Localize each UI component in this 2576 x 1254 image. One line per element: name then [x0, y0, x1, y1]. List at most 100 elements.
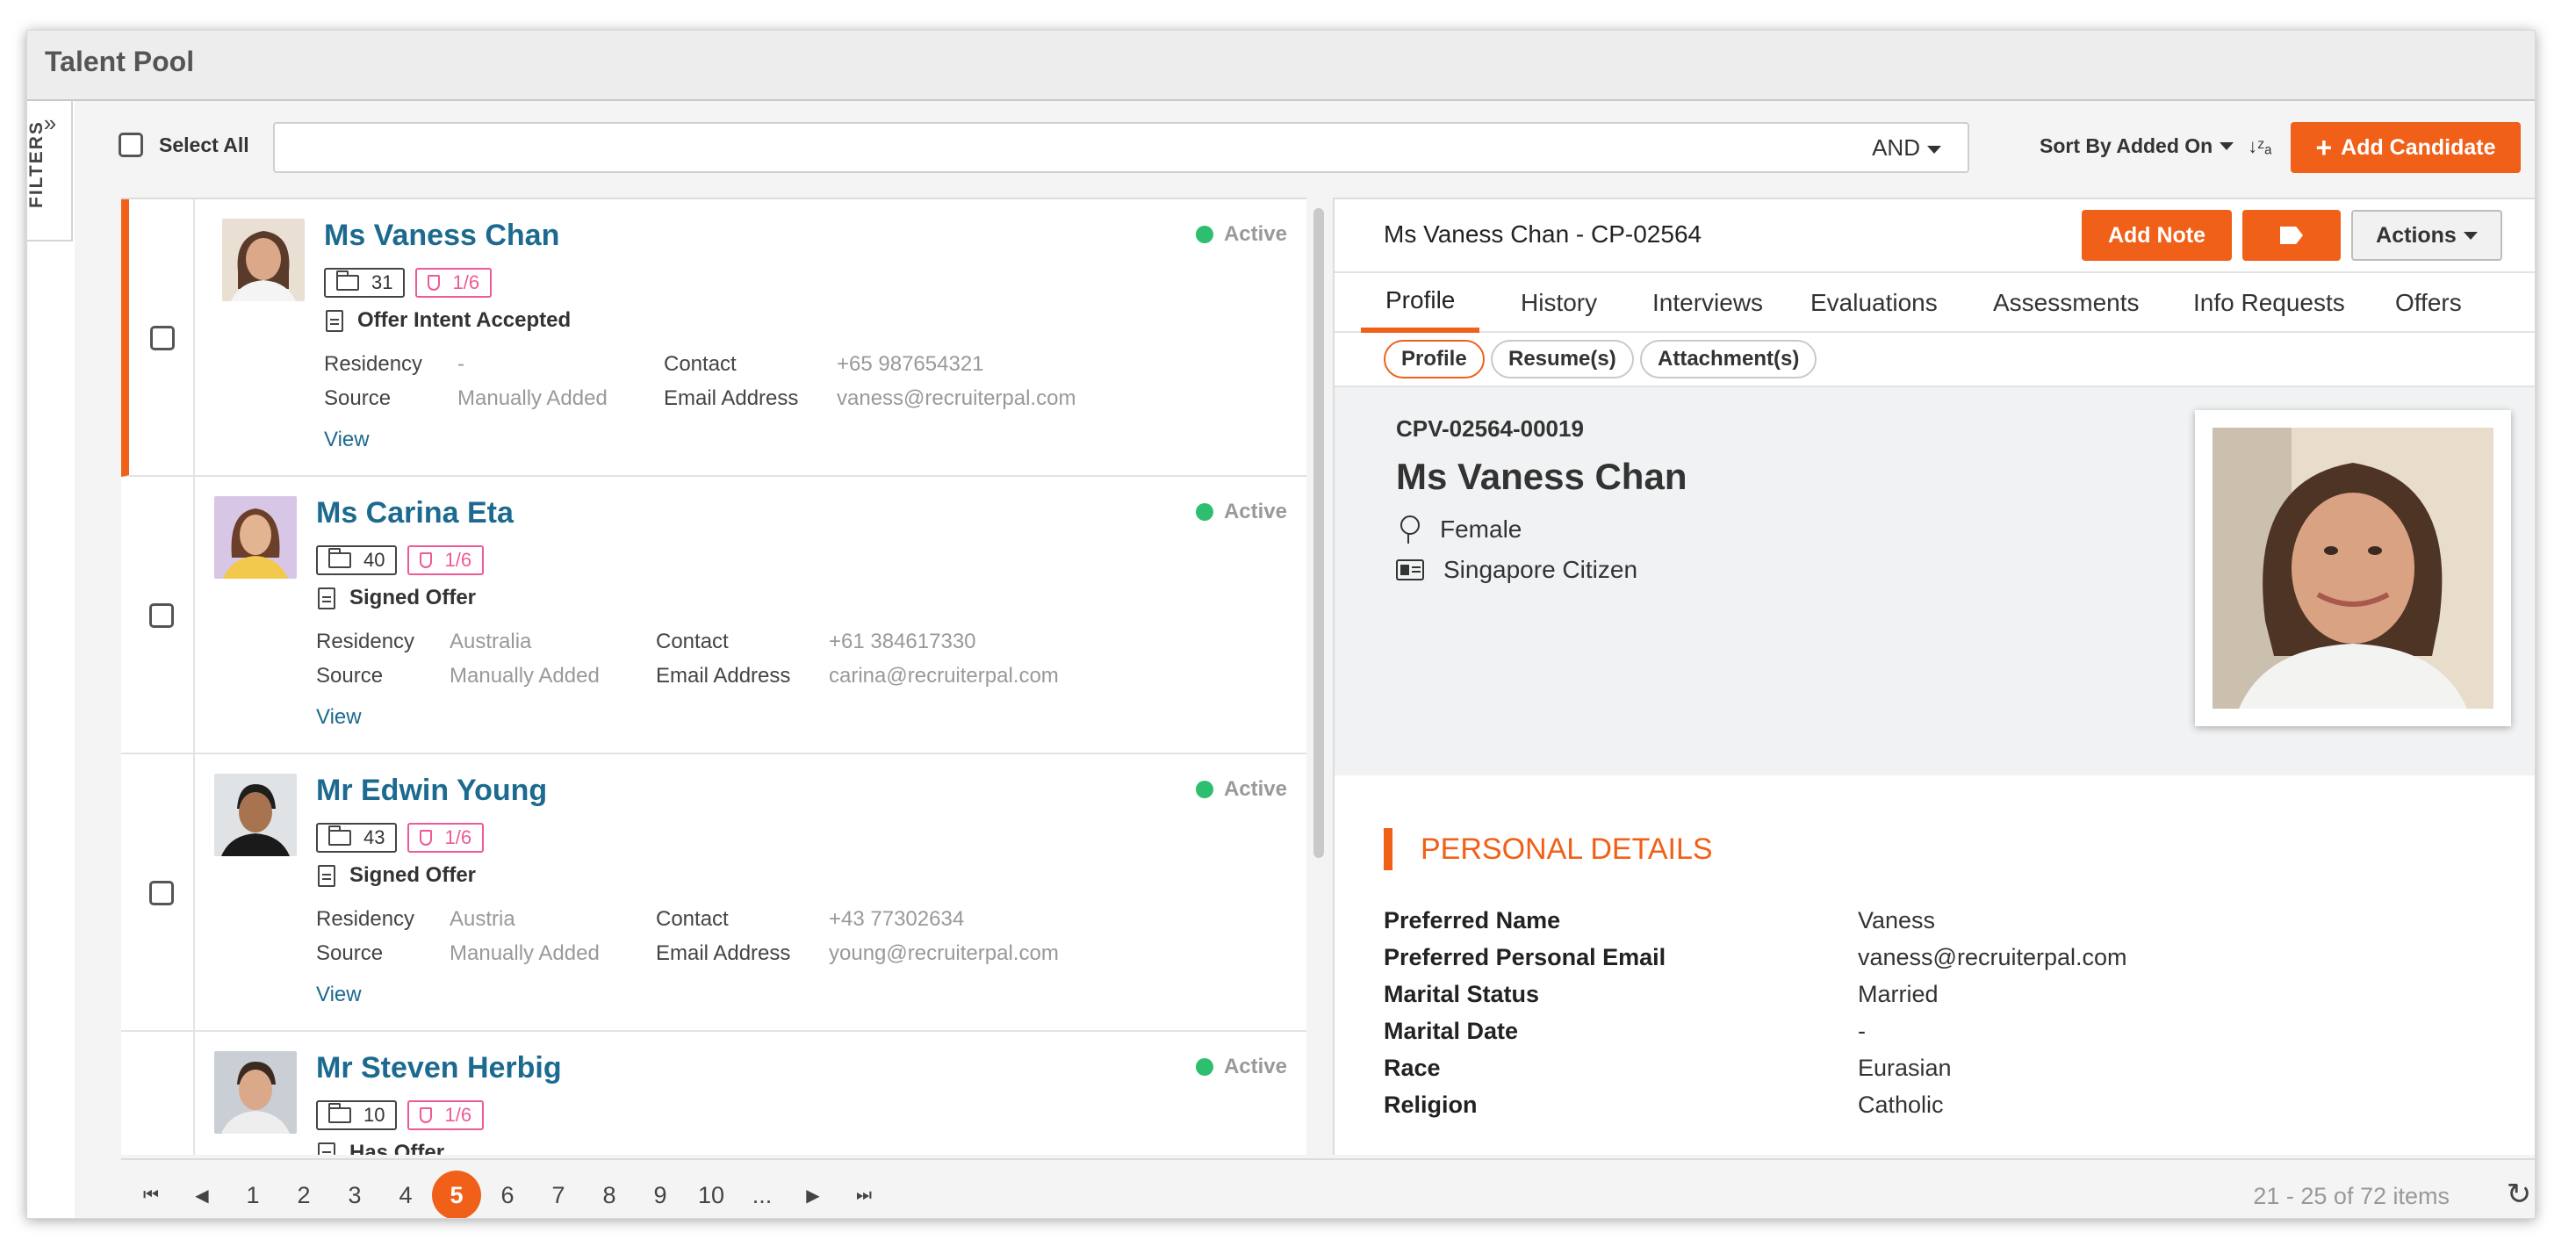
select-all-checkbox[interactable]: [119, 133, 143, 157]
document-icon: [326, 309, 343, 332]
page-button[interactable]: 1: [228, 1171, 277, 1218]
tab-profile[interactable]: Profile: [1361, 273, 1480, 333]
candidate-checkbox[interactable]: [149, 603, 174, 628]
pagination: ⏮ ◀ 1 2 3 4 5 6 7 8 9 10 ... ▶ ⏭ 21 - 25…: [121, 1158, 2535, 1218]
candidate-list: Ms Vaness Chan Active 31 1/6 Offer Inten…: [121, 198, 1306, 1155]
operator-dropdown[interactable]: AND: [1872, 134, 1941, 162]
candidate-name[interactable]: Mr Steven Herbig: [316, 1051, 562, 1085]
tag-button[interactable]: [2242, 210, 2341, 261]
page-button[interactable]: 8: [585, 1171, 634, 1218]
page-button[interactable]: 4: [381, 1171, 430, 1218]
sort-label: Sort By Added On: [2040, 134, 2213, 157]
stage-label: Signed Offer: [318, 863, 476, 888]
page-button[interactable]: 6: [483, 1171, 532, 1218]
page-button[interactable]: 3: [330, 1171, 379, 1218]
add-note-button[interactable]: Add Note: [2082, 210, 2232, 261]
caret-down-icon: [2220, 142, 2234, 150]
avatar: [214, 774, 297, 856]
tag-icon: [2280, 227, 2303, 244]
subtab-attachments[interactable]: Attachment(s): [1640, 340, 1817, 378]
badge-group: 43 1/6: [316, 823, 485, 853]
first-page-icon[interactable]: ⏮: [126, 1171, 176, 1218]
status-dot-icon: [1195, 1058, 1213, 1076]
tab-history[interactable]: History: [1496, 273, 1622, 333]
view-link[interactable]: View: [324, 428, 370, 452]
page-button-current[interactable]: 5: [432, 1171, 481, 1218]
tab-interviews[interactable]: Interviews: [1628, 273, 1788, 333]
view-link[interactable]: View: [316, 705, 362, 730]
folder-count-badge: 31: [324, 268, 406, 298]
tab-info-requests[interactable]: Info Requests: [2169, 273, 2370, 333]
tab-offers[interactable]: Offers: [2371, 273, 2486, 333]
page-button[interactable]: 7: [534, 1171, 583, 1218]
badge-group: 31 1/6: [324, 268, 493, 298]
last-page-icon[interactable]: ⏭: [839, 1171, 889, 1218]
avatar: [214, 1051, 297, 1134]
toolbar: Select All AND Sort By Added On ↓ᶻₐ + Ad…: [75, 101, 2535, 198]
female-icon: [1396, 515, 1421, 544]
detail-row: Preferred Personal Email vaness@recruiter…: [1384, 943, 2127, 970]
search-input[interactable]: [287, 131, 1780, 164]
detail-row: Religion Catholic: [1384, 1091, 1944, 1118]
document-icon: [318, 1142, 335, 1155]
next-page-icon[interactable]: ▶: [788, 1171, 838, 1218]
folder-count-badge: 40: [316, 545, 398, 575]
page-button[interactable]: 10: [687, 1171, 736, 1218]
document-icon: [318, 864, 335, 887]
folder-icon: [328, 1103, 351, 1123]
page-button[interactable]: 9: [636, 1171, 685, 1218]
page-ellipsis[interactable]: ...: [738, 1171, 787, 1218]
prev-page-icon[interactable]: ◀: [177, 1171, 227, 1218]
detail-row: Marital Date -: [1384, 1017, 1866, 1044]
tab-assessments[interactable]: Assessments: [1968, 273, 2164, 333]
page-button[interactable]: 2: [279, 1171, 328, 1218]
detail-title: Ms Vaness Chan - CP-02564: [1384, 220, 1702, 248]
personal-details-table: Preferred Name Vaness Preferred Personal …: [1384, 902, 2127, 1123]
detail-row: Race Eurasian: [1384, 1054, 1952, 1081]
personal-details-heading: PERSONAL DETAILS: [1384, 828, 1713, 870]
candidate-info: Residency Austria Contact +43 77302634 Sour…: [316, 906, 1059, 965]
list-scrollbar[interactable]: [1313, 208, 1324, 858]
subtab-resumes[interactable]: Resume(s): [1491, 340, 1634, 378]
subtab-profile[interactable]: Profile: [1384, 340, 1485, 378]
status-badge: Active: [1195, 1055, 1287, 1079]
stage-label: Signed Offer: [318, 586, 476, 610]
title-bar: Talent Pool: [27, 31, 2535, 101]
candidate-card[interactable]: Ms Carina Eta Active 40 1/6 Signed Offer…: [121, 477, 1306, 754]
card-check-column: [121, 477, 195, 753]
filters-label: FILTERS: [26, 120, 47, 208]
candidate-checkbox[interactable]: [149, 881, 174, 905]
folder-icon: [336, 270, 359, 291]
gender-line: Female: [1396, 515, 1522, 544]
candidate-card[interactable]: Ms Vaness Chan Active 31 1/6 Offer Inten…: [121, 199, 1306, 477]
candidate-name[interactable]: Ms Vaness Chan: [324, 219, 559, 253]
candidate-code: CPV-02564-00019: [1396, 415, 1584, 442]
talent-pool-window: Talent Pool » FILTERS Select All AND Sor…: [26, 30, 2536, 1219]
detail-tabs: Profile History Interviews Evaluations A…: [1335, 271, 2535, 333]
view-link[interactable]: View: [316, 983, 362, 1007]
search-bar[interactable]: AND: [273, 122, 1969, 173]
profile-photo: [2195, 410, 2511, 726]
sort-alpha-icon[interactable]: ↓ᶻₐ: [2248, 136, 2271, 155]
sort-dropdown[interactable]: Sort By Added On ↓ᶻₐ: [2040, 134, 2271, 158]
candidate-checkbox[interactable]: [150, 326, 175, 350]
folder-count-badge: 10: [316, 1100, 398, 1130]
actions-dropdown[interactable]: Actions: [2351, 210, 2502, 261]
tab-evaluations[interactable]: Evaluations: [1786, 273, 1962, 333]
select-all[interactable]: Select All: [119, 133, 249, 157]
add-candidate-button[interactable]: + Add Candidate: [2291, 122, 2521, 173]
shield-icon: [420, 552, 433, 568]
id-card-icon: [1396, 559, 1424, 580]
candidate-name[interactable]: Ms Carina Eta: [316, 496, 514, 530]
refresh-icon[interactable]: ↻: [2504, 1179, 2534, 1209]
candidate-card[interactable]: Mr Edwin Young Active 43 1/6 Signed Offe…: [121, 754, 1306, 1032]
score-badge: 1/6: [415, 268, 493, 298]
document-icon: [318, 587, 335, 609]
candidate-card[interactable]: Mr Steven Herbig Active 10 1/6 Has Offer: [121, 1032, 1306, 1155]
operator-label: AND: [1872, 134, 1920, 161]
filters-rail[interactable]: » FILTERS: [27, 101, 73, 241]
folder-icon: [328, 825, 351, 846]
candidate-info: Residency Australia Contact +61 384617330 S…: [316, 629, 1059, 688]
badge-group: 10 1/6: [316, 1100, 485, 1130]
candidate-name[interactable]: Mr Edwin Young: [316, 774, 547, 808]
